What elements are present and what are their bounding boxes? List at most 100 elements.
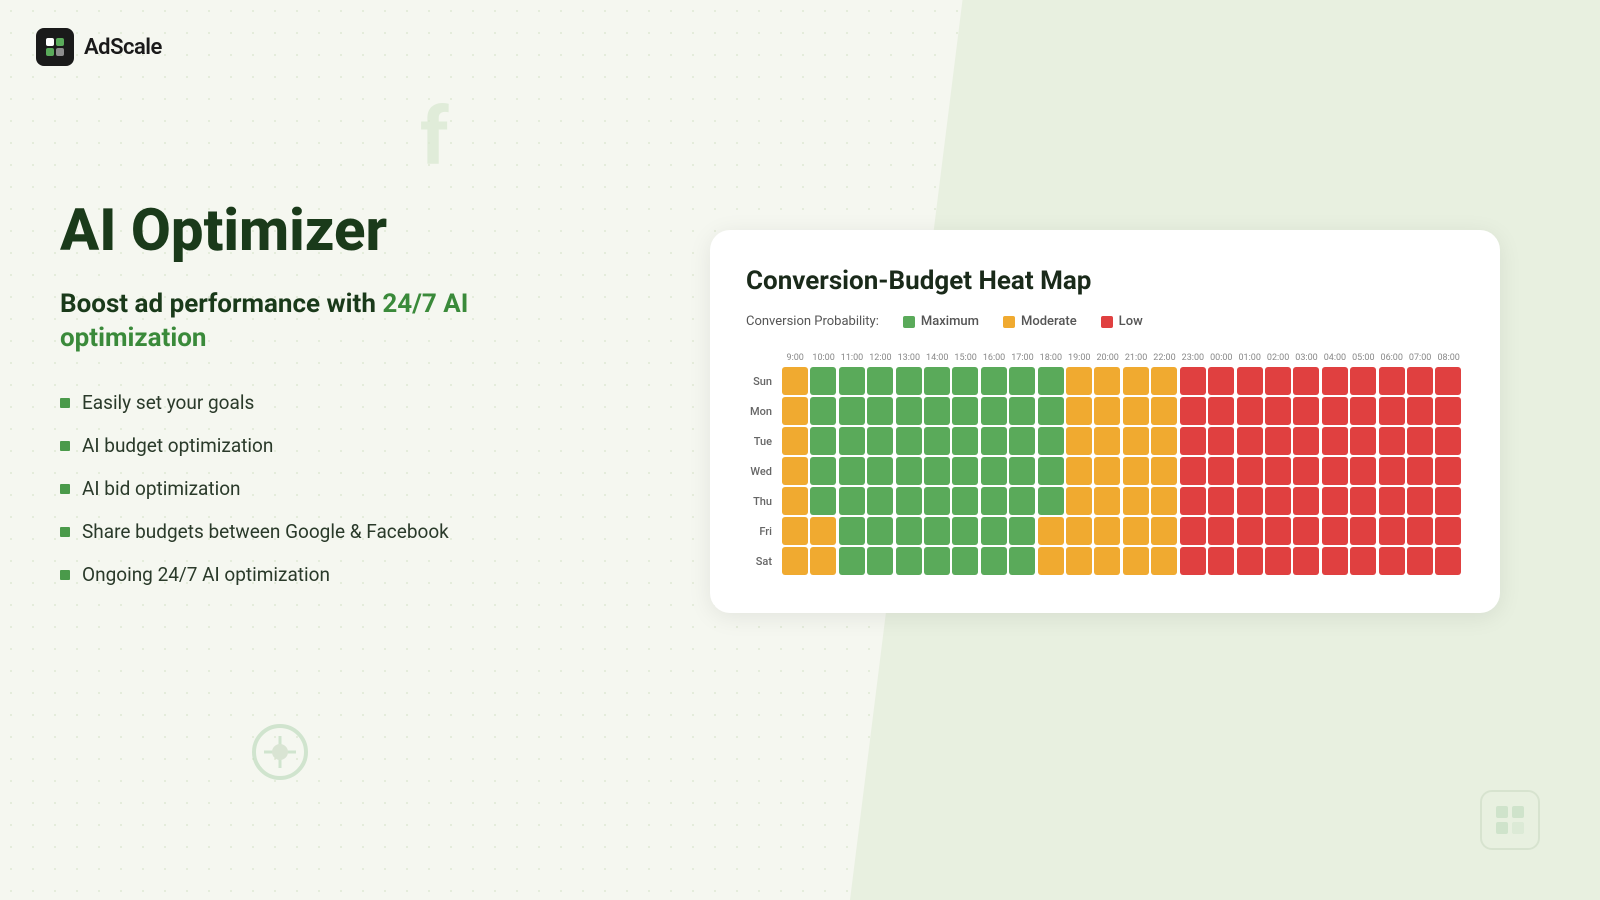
cell-color-thu-11 [1094,487,1120,515]
cell-tue-22 [1407,427,1433,455]
cell-sun-20 [1350,367,1376,395]
cell-fri-3 [867,517,893,545]
cell-thu-10 [1066,487,1092,515]
cell-color-wed-7 [981,457,1007,485]
cell-wed-19 [1322,457,1348,485]
cell-color-sun-2 [839,367,865,395]
cell-color-sat-6 [952,547,978,575]
day-label-mon: Mon [748,397,780,425]
cell-color-tue-21 [1379,427,1405,455]
cell-sun-23 [1435,367,1462,395]
cell-color-fri-20 [1350,517,1376,545]
cell-tue-15 [1208,427,1234,455]
legend-dot-maximum [903,316,915,328]
cell-color-sat-23 [1435,547,1461,575]
legend-maximum: Maximum [903,314,979,329]
cell-color-thu-8 [1009,487,1035,515]
cell-sun-2 [839,367,865,395]
cell-color-sat-1 [810,547,836,575]
cell-color-fri-18 [1293,517,1319,545]
hour-14: 23:00 [1180,351,1206,365]
bullet-5 [60,570,70,580]
cell-fri-12 [1123,517,1149,545]
cell-mon-17 [1265,397,1291,425]
cell-thu-1 [810,487,836,515]
cell-thu-9 [1038,487,1064,515]
cell-color-wed-18 [1293,457,1319,485]
cell-mon-11 [1094,397,1120,425]
cell-wed-17 [1265,457,1291,485]
cell-color-sun-9 [1038,367,1064,395]
cell-color-mon-16 [1237,397,1263,425]
cell-tue-8 [1009,427,1035,455]
cell-wed-12 [1123,457,1149,485]
feature-item-5: Ongoing 24/7 AI optimization [60,563,560,586]
cell-color-fri-22 [1407,517,1433,545]
cell-sun-19 [1322,367,1348,395]
cell-sun-0 [782,367,808,395]
cell-sun-11 [1094,367,1120,395]
hour-20: 05:00 [1350,351,1376,365]
cell-color-fri-10 [1066,517,1092,545]
day-label-sun: Sun [748,367,780,395]
cell-fri-14 [1180,517,1206,545]
cell-wed-14 [1180,457,1206,485]
cell-sun-8 [1009,367,1035,395]
cell-mon-22 [1407,397,1433,425]
cell-color-fri-4 [896,517,922,545]
cell-color-thu-15 [1208,487,1234,515]
hour-1: 10:00 [810,351,836,365]
cell-color-mon-17 [1265,397,1291,425]
adscale-watermark-bottom [1480,790,1540,850]
cell-color-wed-13 [1151,457,1177,485]
cell-color-fri-13 [1151,517,1177,545]
cell-wed-18 [1293,457,1319,485]
cell-wed-20 [1350,457,1376,485]
cell-color-fri-11 [1094,517,1120,545]
cell-thu-15 [1208,487,1234,515]
cell-thu-22 [1407,487,1433,515]
cell-color-wed-8 [1009,457,1035,485]
cell-color-mon-21 [1379,397,1405,425]
cell-color-wed-15 [1208,457,1234,485]
cell-fri-15 [1208,517,1234,545]
hour-0: 9:00 [782,351,808,365]
cell-color-wed-4 [896,457,922,485]
heatmap-row-thu: Thu [748,487,1462,515]
cell-fri-20 [1350,517,1376,545]
hour-9: 18:00 [1038,351,1064,365]
cell-tue-9 [1038,427,1064,455]
heatmap-card: Conversion-Budget Heat Map Conversion Pr… [710,230,1500,613]
cell-thu-11 [1094,487,1120,515]
logo-icon [36,28,74,66]
cell-mon-3 [867,397,893,425]
cell-color-sat-2 [839,547,865,575]
cell-color-fri-0 [782,517,808,545]
cell-fri-1 [810,517,836,545]
cell-sun-5 [924,367,950,395]
cell-color-thu-9 [1038,487,1064,515]
heatmap-row-sat: Sat [748,547,1462,575]
cell-color-tue-7 [981,427,1007,455]
cell-sat-7 [981,547,1007,575]
cell-wed-10 [1066,457,1092,485]
cell-sun-6 [952,367,978,395]
cell-color-fri-5 [924,517,950,545]
bullet-1 [60,398,70,408]
cell-color-tue-10 [1066,427,1092,455]
cell-color-tue-11 [1094,427,1120,455]
cell-mon-7 [981,397,1007,425]
cell-color-wed-2 [839,457,865,485]
cell-sun-9 [1038,367,1064,395]
cell-fri-4 [896,517,922,545]
feature-text-2: AI budget optimization [82,434,273,457]
cell-color-mon-6 [952,397,978,425]
cell-fri-16 [1237,517,1263,545]
cell-color-fri-8 [1009,517,1035,545]
cell-color-sun-0 [782,367,808,395]
cell-wed-4 [896,457,922,485]
legend-text-maximum: Maximum [921,314,979,329]
cell-color-sun-19 [1322,367,1348,395]
cell-color-sat-10 [1066,547,1092,575]
cell-color-mon-22 [1407,397,1433,425]
